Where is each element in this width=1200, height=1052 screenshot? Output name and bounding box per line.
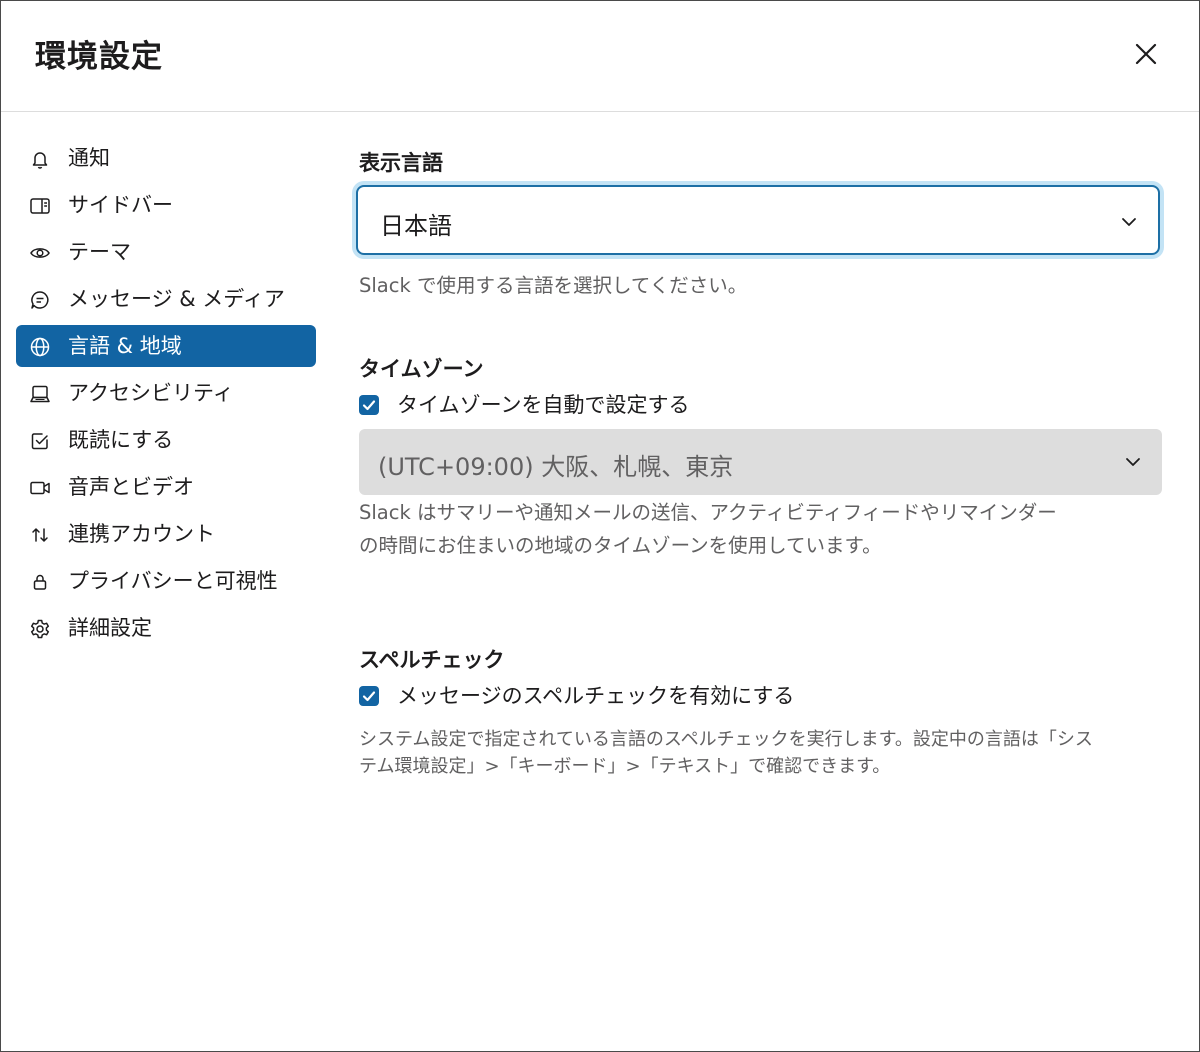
checkmark-icon: [362, 691, 376, 702]
message-icon: [29, 289, 51, 311]
sidebar-item-label: 既読にする: [68, 428, 174, 452]
timezone-auto-checkbox[interactable]: [359, 395, 379, 415]
preferences-dialog: 環境設定 通知 サイドバー テーマ メッセージ & メディア 言語 & 地域 ア…: [0, 0, 1200, 1052]
sidebar-item-privacy-visibility[interactable]: プライバシーと可視性: [16, 560, 316, 602]
spellcheck-help-line-2: テム環境設定」>「キーボード」>「テキスト」で確認できます。: [359, 756, 891, 777]
sidebar-item-label: メッセージ & メディア: [68, 287, 285, 311]
sidebar-item-label: 詳細設定: [68, 616, 152, 640]
sidebar-item-messages-media[interactable]: メッセージ & メディア: [16, 278, 316, 320]
sidebar-item-language-region[interactable]: 言語 & 地域: [16, 325, 316, 367]
sidebar-item-audio-video[interactable]: 音声とビデオ: [16, 466, 316, 508]
language-heading: 表示言語: [359, 151, 443, 175]
sidebar-item-label: プライバシーと可視性: [68, 569, 278, 593]
sidebar-item-connected-accounts[interactable]: 連携アカウント: [16, 513, 316, 555]
sidebar-nav: 通知 サイドバー テーマ メッセージ & メディア 言語 & 地域 アクセシビリ…: [16, 137, 316, 654]
video-icon: [29, 477, 51, 499]
dialog-header: 環境設定: [1, 1, 1199, 112]
eye-icon: [29, 242, 51, 264]
timezone-help-line-2: の時間にお住まいの地域のタイムゾーンを使用しています。: [359, 534, 882, 557]
language-select-value: 日本語: [380, 212, 452, 240]
arrows-icon: [29, 524, 51, 546]
dialog-title: 環境設定: [35, 39, 163, 75]
sidebar-item-sidebar[interactable]: サイドバー: [16, 184, 316, 226]
close-button[interactable]: [1125, 33, 1167, 75]
spellcheck-help-line-1: システム設定で指定されている言語のスペルチェックを実行します。設定中の言語は「シ…: [359, 729, 1093, 750]
sidebar-item-theme[interactable]: テーマ: [16, 231, 316, 273]
timezone-select[interactable]: (UTC+09:00) 大阪、札幌、東京: [359, 429, 1162, 495]
bell-icon: [29, 148, 51, 170]
sidebar-item-mark-as-read[interactable]: 既読にする: [16, 419, 316, 461]
check-square-icon: [29, 430, 51, 452]
close-icon: [1135, 43, 1157, 65]
laptop-icon: [29, 383, 51, 405]
sidebar-item-label: 連携アカウント: [68, 522, 215, 546]
sidebar-item-notifications[interactable]: 通知: [16, 137, 316, 179]
timezone-help-line-1: Slack はサマリーや通知メールの送信、アクティビティフィードやリマインダー: [359, 501, 1057, 524]
language-select[interactable]: 日本語: [356, 185, 1160, 255]
timezone-auto-label: タイムゾーンを自動で設定する: [397, 393, 690, 417]
sidebar-item-label: アクセシビリティ: [68, 381, 234, 405]
spellcheck-heading: スペルチェック: [359, 648, 505, 672]
sidebar-item-label: 言語 & 地域: [68, 334, 182, 358]
language-help-text: Slack で使用する言語を選択してください。: [359, 274, 748, 297]
timezone-select-value: (UTC+09:00) 大阪、札幌、東京: [378, 453, 734, 481]
sidebar-item-accessibility[interactable]: アクセシビリティ: [16, 372, 316, 414]
sidebar-item-label: 通知: [68, 146, 110, 170]
lock-icon: [29, 571, 51, 593]
spellcheck-enable-checkbox[interactable]: [359, 686, 379, 706]
chevron-down-icon: [1118, 211, 1140, 233]
chevron-down-icon: [1122, 451, 1144, 473]
timezone-heading: タイムゾーン: [359, 357, 484, 381]
sidebar-item-advanced[interactable]: 詳細設定: [16, 607, 316, 649]
spellcheck-enable-label: メッセージのスペルチェックを有効にする: [397, 684, 795, 708]
globe-icon: [29, 336, 51, 358]
checkmark-icon: [362, 400, 376, 411]
gear-icon: [29, 618, 51, 640]
sidebar-item-label: サイドバー: [68, 193, 173, 217]
sidebar-icon: [29, 195, 51, 217]
sidebar-item-label: テーマ: [68, 240, 131, 264]
sidebar-item-label: 音声とビデオ: [68, 475, 194, 499]
